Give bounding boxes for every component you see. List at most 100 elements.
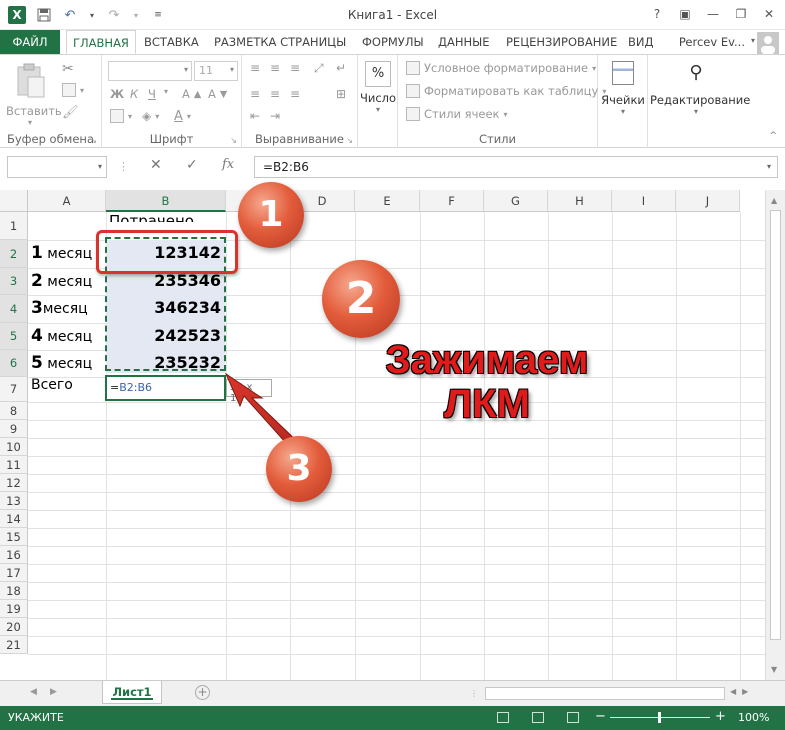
column-header-a[interactable]: A	[28, 190, 106, 212]
help-icon[interactable]: ?	[645, 4, 669, 24]
enter-icon[interactable]: ✓	[186, 157, 198, 173]
row-header-14[interactable]: 14	[0, 510, 28, 528]
vertical-scrollbar[interactable]: ▲ ▼	[765, 190, 785, 680]
row-header-15[interactable]: 15	[0, 528, 28, 546]
column-header-g[interactable]: G	[484, 190, 548, 212]
increase-font-icon[interactable]: A ▲	[182, 87, 201, 101]
cell-a4[interactable]: 3месяц	[31, 298, 88, 318]
borders-icon[interactable]: ▾	[110, 109, 132, 123]
format-painter-icon[interactable]: 🖌	[62, 105, 79, 120]
font-launcher-icon[interactable]: ↘	[230, 136, 237, 145]
scroll-left-icon[interactable]: ◀	[730, 687, 736, 696]
tab-insert[interactable]: ВСТАВКА	[138, 30, 205, 54]
scroll-up-icon[interactable]: ▲	[771, 196, 777, 205]
row-header-6[interactable]: 6	[0, 350, 28, 377]
row-header-13[interactable]: 13	[0, 492, 28, 510]
decrease-indent-icon[interactable]: ⇤	[250, 109, 260, 123]
font-color-icon[interactable]: A ▾	[174, 109, 191, 124]
prev-sheet-icon[interactable]: ◀	[30, 687, 37, 697]
font-size-combo[interactable]: 11 ▾	[194, 61, 238, 81]
row-header-4[interactable]: 4	[0, 295, 28, 323]
increase-indent-icon[interactable]: ⇥	[270, 109, 280, 123]
row-header-1[interactable]: 1	[0, 212, 28, 240]
column-header-b[interactable]: B	[106, 190, 226, 212]
column-header-i[interactable]: I	[612, 190, 676, 212]
insert-function-button[interactable]: fx	[222, 157, 234, 172]
conditional-formatting-button[interactable]: Условное форматирование ▾	[406, 61, 596, 75]
row-header-10[interactable]: 10	[0, 438, 28, 456]
row-header-18[interactable]: 18	[0, 582, 28, 600]
normal-view-icon[interactable]	[497, 712, 509, 723]
next-sheet-icon[interactable]: ▶	[50, 687, 57, 697]
tab-data[interactable]: ДАННЫЕ	[432, 30, 496, 54]
tab-view[interactable]: ВИД	[622, 30, 659, 54]
row-header-20[interactable]: 20	[0, 618, 28, 636]
row-header-9[interactable]: 9	[0, 420, 28, 438]
formula-bar-splitter[interactable]: ⋮	[118, 160, 129, 173]
fill-color-icon[interactable]: ◈ ▾	[142, 109, 159, 123]
copy-icon[interactable]: ▾	[62, 83, 84, 97]
row-header-5[interactable]: 5	[0, 323, 28, 350]
cell-styles-button[interactable]: Стили ячеек ▾	[406, 107, 508, 121]
formula-input[interactable]: =B2:B6 ▾	[254, 156, 778, 178]
align-bottom-icon[interactable]: ≡	[290, 61, 300, 75]
cells-button[interactable]: Ячейки ▾	[600, 61, 646, 116]
row-header-3[interactable]: 3	[0, 268, 28, 295]
maximize-icon[interactable]: ❐	[729, 4, 753, 24]
orientation-icon[interactable]: ⤢	[314, 61, 324, 76]
row-header-12[interactable]: 12	[0, 474, 28, 492]
minimize-icon[interactable]: —	[701, 4, 725, 24]
align-left-icon[interactable]: ≡	[250, 87, 260, 101]
zoom-level[interactable]: 100%	[738, 711, 769, 724]
zoom-in-icon[interactable]: +	[715, 709, 726, 724]
tab-file[interactable]: ФАЙЛ	[0, 30, 60, 54]
account-caret-icon[interactable]: ▾	[751, 36, 755, 45]
row-header-17[interactable]: 17	[0, 564, 28, 582]
align-middle-icon[interactable]: ≡	[270, 61, 280, 75]
close-icon[interactable]: ✕	[757, 4, 781, 24]
cell-b1[interactable]: Потрачено	[109, 212, 225, 222]
cut-icon[interactable]: ✂	[62, 61, 74, 77]
row-header-8[interactable]: 8	[0, 402, 28, 420]
paste-dropdown-icon[interactable]: ▾	[6, 118, 54, 127]
cell-b7-active[interactable]: =B2:B6	[105, 375, 226, 401]
tab-page-layout[interactable]: РАЗМЕТКА СТРАНИЦЫ	[208, 30, 352, 54]
account-name[interactable]: Percev Ev...	[679, 30, 745, 54]
row-header-16[interactable]: 16	[0, 546, 28, 564]
align-right-icon[interactable]: ≡	[290, 87, 300, 101]
page-break-view-icon[interactable]	[567, 712, 579, 723]
cell-a3[interactable]: 2 месяц	[31, 271, 92, 291]
page-layout-view-icon[interactable]	[532, 712, 544, 723]
editing-button[interactable]: ⚲ Редактирование ▾	[650, 61, 750, 116]
expand-formula-icon[interactable]: ▾	[767, 162, 771, 171]
italic-button[interactable]: К	[130, 87, 138, 101]
row-header-7[interactable]: 7	[0, 377, 28, 402]
row-header-19[interactable]: 19	[0, 600, 28, 618]
row-header-21[interactable]: 21	[0, 636, 28, 654]
column-header-f[interactable]: F	[420, 190, 484, 212]
scroll-right-icon[interactable]: ▶	[742, 687, 748, 696]
sheet-tab-list1[interactable]: Лист1	[102, 681, 162, 704]
tab-review[interactable]: РЕЦЕНЗИРОВАНИЕ	[500, 30, 623, 54]
column-header-h[interactable]: H	[548, 190, 612, 212]
row-header-11[interactable]: 11	[0, 456, 28, 474]
column-header-e[interactable]: E	[355, 190, 420, 212]
underline-button[interactable]: Ч	[148, 87, 156, 101]
font-name-combo[interactable]: ▾	[108, 61, 192, 81]
alignment-launcher-icon[interactable]: ↘	[346, 136, 353, 145]
name-box[interactable]: ▾	[7, 156, 107, 178]
cell-a6[interactable]: 5 месяц	[31, 353, 92, 373]
tab-formulas[interactable]: ФОРМУЛЫ	[356, 30, 430, 54]
avatar[interactable]	[757, 32, 779, 54]
tab-split-handle[interactable]: ⋮	[470, 689, 478, 698]
cancel-icon[interactable]: ✕	[150, 157, 162, 173]
cell-a2[interactable]: 1 месяц	[31, 243, 92, 263]
column-header-j[interactable]: J	[676, 190, 740, 212]
bold-button[interactable]: Ж	[110, 87, 124, 101]
horizontal-scrollbar[interactable]	[485, 687, 725, 700]
underline-dropdown-icon[interactable]: ▾	[164, 87, 168, 96]
wrap-text-icon[interactable]: ↵	[336, 61, 346, 75]
zoom-slider-thumb[interactable]	[658, 712, 661, 723]
align-center-icon[interactable]: ≡	[270, 87, 280, 101]
scroll-down-icon[interactable]: ▼	[771, 665, 777, 674]
